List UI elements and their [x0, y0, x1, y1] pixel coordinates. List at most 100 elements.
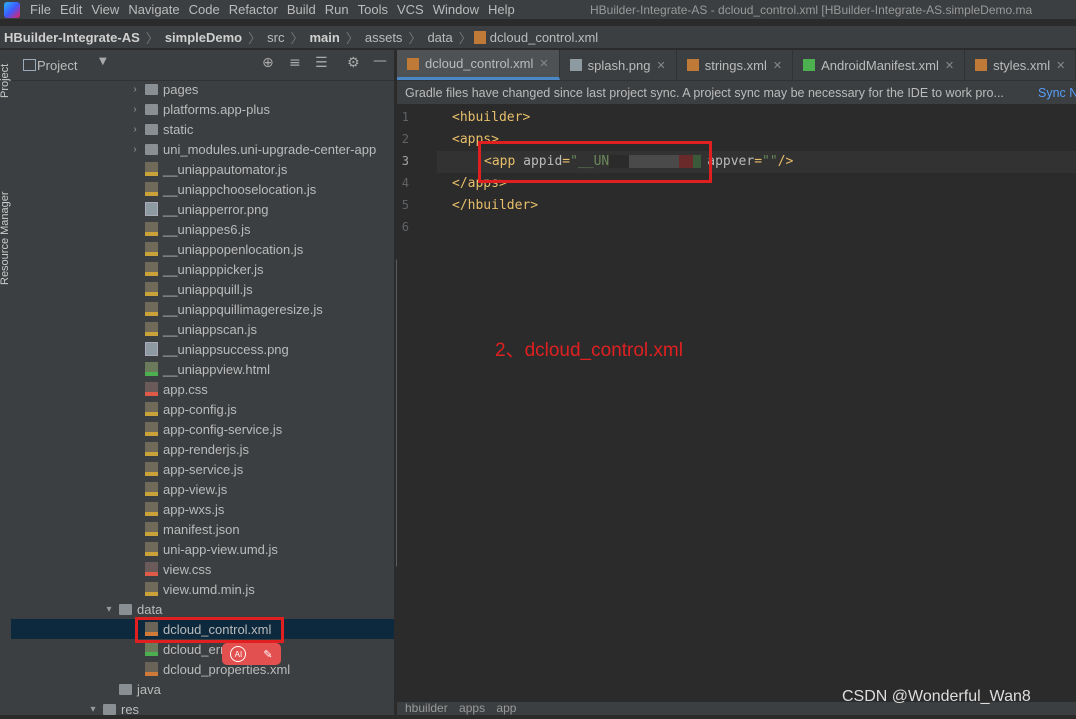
- tree-item[interactable]: app-wxs.js: [11, 499, 394, 519]
- tree-item[interactable]: app-service.js: [11, 459, 394, 479]
- tab-android-manifest[interactable]: AndroidManifest.xml ✕: [793, 50, 966, 80]
- tab-splash[interactable]: splash.png ✕: [560, 50, 677, 80]
- breadcrumb-item[interactable]: data: [423, 30, 456, 45]
- collapse-all-icon[interactable]: ☰: [315, 55, 328, 71]
- breadcrumb-item[interactable]: HBuilder-Integrate-AS: [0, 30, 144, 45]
- tab-dcloud-control[interactable]: dcloud_control.xml ✕: [397, 50, 560, 80]
- menu-refactor[interactable]: Refactor: [229, 2, 278, 17]
- status-crumb[interactable]: apps: [459, 701, 485, 715]
- menu-build[interactable]: Build: [287, 2, 316, 17]
- menu-window[interactable]: Window: [433, 2, 479, 17]
- tree-item[interactable]: java: [11, 679, 394, 699]
- locate-icon[interactable]: ⊕: [262, 55, 274, 71]
- close-icon[interactable]: ✕: [657, 59, 666, 72]
- tree-item[interactable]: __uniappsuccess.png: [11, 339, 394, 359]
- breadcrumb-item[interactable]: main: [306, 30, 344, 45]
- gear-icon[interactable]: ⚙: [347, 55, 360, 71]
- chevron-icon[interactable]: ›: [129, 104, 141, 115]
- tree-item-label: app-config-service.js: [163, 421, 283, 437]
- close-icon[interactable]: ✕: [773, 59, 782, 72]
- js-file-icon: [145, 302, 158, 316]
- tree-item-label: app-config.js: [163, 401, 237, 417]
- close-icon[interactable]: ✕: [945, 59, 954, 72]
- menu-help[interactable]: Help: [488, 2, 515, 17]
- expand-all-icon[interactable]: ≡: [289, 55, 301, 71]
- dropdown-arrow-icon[interactable]: ▼: [99, 56, 107, 67]
- tree-item[interactable]: __uniapperror.png: [11, 199, 394, 219]
- chevron-icon[interactable]: ▾: [87, 704, 99, 715]
- chevron-icon[interactable]: ▾: [103, 604, 115, 615]
- tree-item[interactable]: app.css: [11, 379, 394, 399]
- tree-item-label: res: [121, 701, 140, 717]
- menu-code[interactable]: Code: [189, 2, 220, 17]
- tree-item-label: view.umd.min.js: [163, 581, 255, 597]
- js-file-icon: [145, 582, 158, 596]
- tree-item[interactable]: __uniappscan.js: [11, 319, 394, 339]
- annotation-label: 2、dcloud_control.xml: [495, 340, 683, 361]
- tree-item[interactable]: __uniappquill.js: [11, 279, 394, 299]
- tree-item[interactable]: view.umd.min.js: [11, 579, 394, 599]
- tree-item[interactable]: view.css: [11, 559, 394, 579]
- chevron-right-icon: 〉: [408, 30, 422, 46]
- tree-item[interactable]: manifest.json: [11, 519, 394, 539]
- menu-edit[interactable]: Edit: [60, 2, 82, 17]
- line-number: 3: [401, 154, 409, 168]
- folder-file-icon: [145, 83, 158, 95]
- tree-item[interactable]: › static: [11, 119, 394, 139]
- resource-manager-tool-tab[interactable]: Resource Manager: [0, 191, 11, 285]
- tab-styles[interactable]: styles.xml ✕: [965, 50, 1076, 80]
- breadcrumb-item[interactable]: src: [263, 30, 288, 45]
- tree-item[interactable]: __uniappautomator.js: [11, 159, 394, 179]
- status-crumb[interactable]: app: [496, 701, 516, 715]
- sync-now-link[interactable]: Sync N: [1038, 86, 1076, 100]
- ai-button[interactable]: AI: [230, 646, 247, 662]
- code-line-5: </hbuilder>: [452, 195, 538, 217]
- tree-item[interactable]: › platforms.app-plus: [11, 99, 394, 119]
- tree-item[interactable]: › pages: [11, 79, 394, 99]
- xml-file-icon: [145, 662, 158, 676]
- tree-item[interactable]: __uniappes6.js: [11, 219, 394, 239]
- tree-item[interactable]: __uniappview.html: [11, 359, 394, 379]
- tree-item[interactable]: dcloud_properties.xml: [11, 659, 394, 679]
- status-crumb[interactable]: hbuilder: [405, 701, 448, 715]
- tree-item[interactable]: uni-app-view.umd.js: [11, 539, 394, 559]
- menu-tools[interactable]: Tools: [358, 2, 388, 17]
- tree-item-label: app-service.js: [163, 461, 244, 477]
- tree-item[interactable]: ▾ res: [11, 699, 394, 719]
- tree-item[interactable]: __uniappchooselocation.js: [11, 179, 394, 199]
- project-tool-tab[interactable]: Project: [0, 64, 11, 98]
- menu-vcs[interactable]: VCS: [397, 2, 424, 17]
- project-panel: Project ▼ ⊕ ≡ ☰ ⚙ — › pages › platforms.app…: [11, 50, 403, 717]
- chevron-icon[interactable]: ›: [129, 124, 141, 135]
- menu-navigate[interactable]: Navigate: [128, 2, 179, 17]
- watermark: CSDN @Wonderful_Wan8: [842, 688, 1031, 705]
- close-icon[interactable]: ✕: [539, 57, 548, 70]
- tree-item[interactable]: app-config-service.js: [11, 419, 394, 439]
- menu-file[interactable]: File: [30, 2, 51, 17]
- project-view-title[interactable]: Project: [37, 58, 77, 73]
- chevron-right-icon: 〉: [248, 30, 262, 46]
- menu-run[interactable]: Run: [325, 2, 349, 17]
- tree-item[interactable]: app-renderjs.js: [11, 439, 394, 459]
- breadcrumb-item[interactable]: simpleDemo: [161, 30, 246, 45]
- minimize-icon[interactable]: —: [373, 53, 387, 69]
- tree-item[interactable]: __uniappquillimageresize.js: [11, 299, 394, 319]
- tree-item[interactable]: __uniapppicker.js: [11, 259, 394, 279]
- tree-item[interactable]: ▾ data: [11, 599, 394, 619]
- menu-view[interactable]: View: [91, 2, 119, 17]
- chevron-icon[interactable]: ›: [129, 84, 141, 95]
- breadcrumb-item[interactable]: dcloud_control.xml: [490, 30, 602, 45]
- tree-item[interactable]: __uniappopenlocation.js: [11, 239, 394, 259]
- floating-toolbar: AI ✎: [222, 643, 281, 665]
- line-number: 2: [401, 132, 409, 146]
- chevron-icon[interactable]: ›: [129, 144, 141, 155]
- tab-strings[interactable]: strings.xml ✕: [677, 50, 794, 80]
- close-icon[interactable]: ✕: [1056, 59, 1065, 72]
- tree-item-label: platforms.app-plus: [163, 101, 270, 117]
- tree-item[interactable]: app-view.js: [11, 479, 394, 499]
- tree-item[interactable]: › uni_modules.uni-upgrade-center-app: [11, 139, 394, 159]
- breadcrumb-item[interactable]: assets: [361, 30, 407, 45]
- edit-icon[interactable]: ✎: [263, 648, 272, 661]
- tree-item[interactable]: app-config.js: [11, 399, 394, 419]
- tab-label: dcloud_control.xml: [425, 56, 534, 71]
